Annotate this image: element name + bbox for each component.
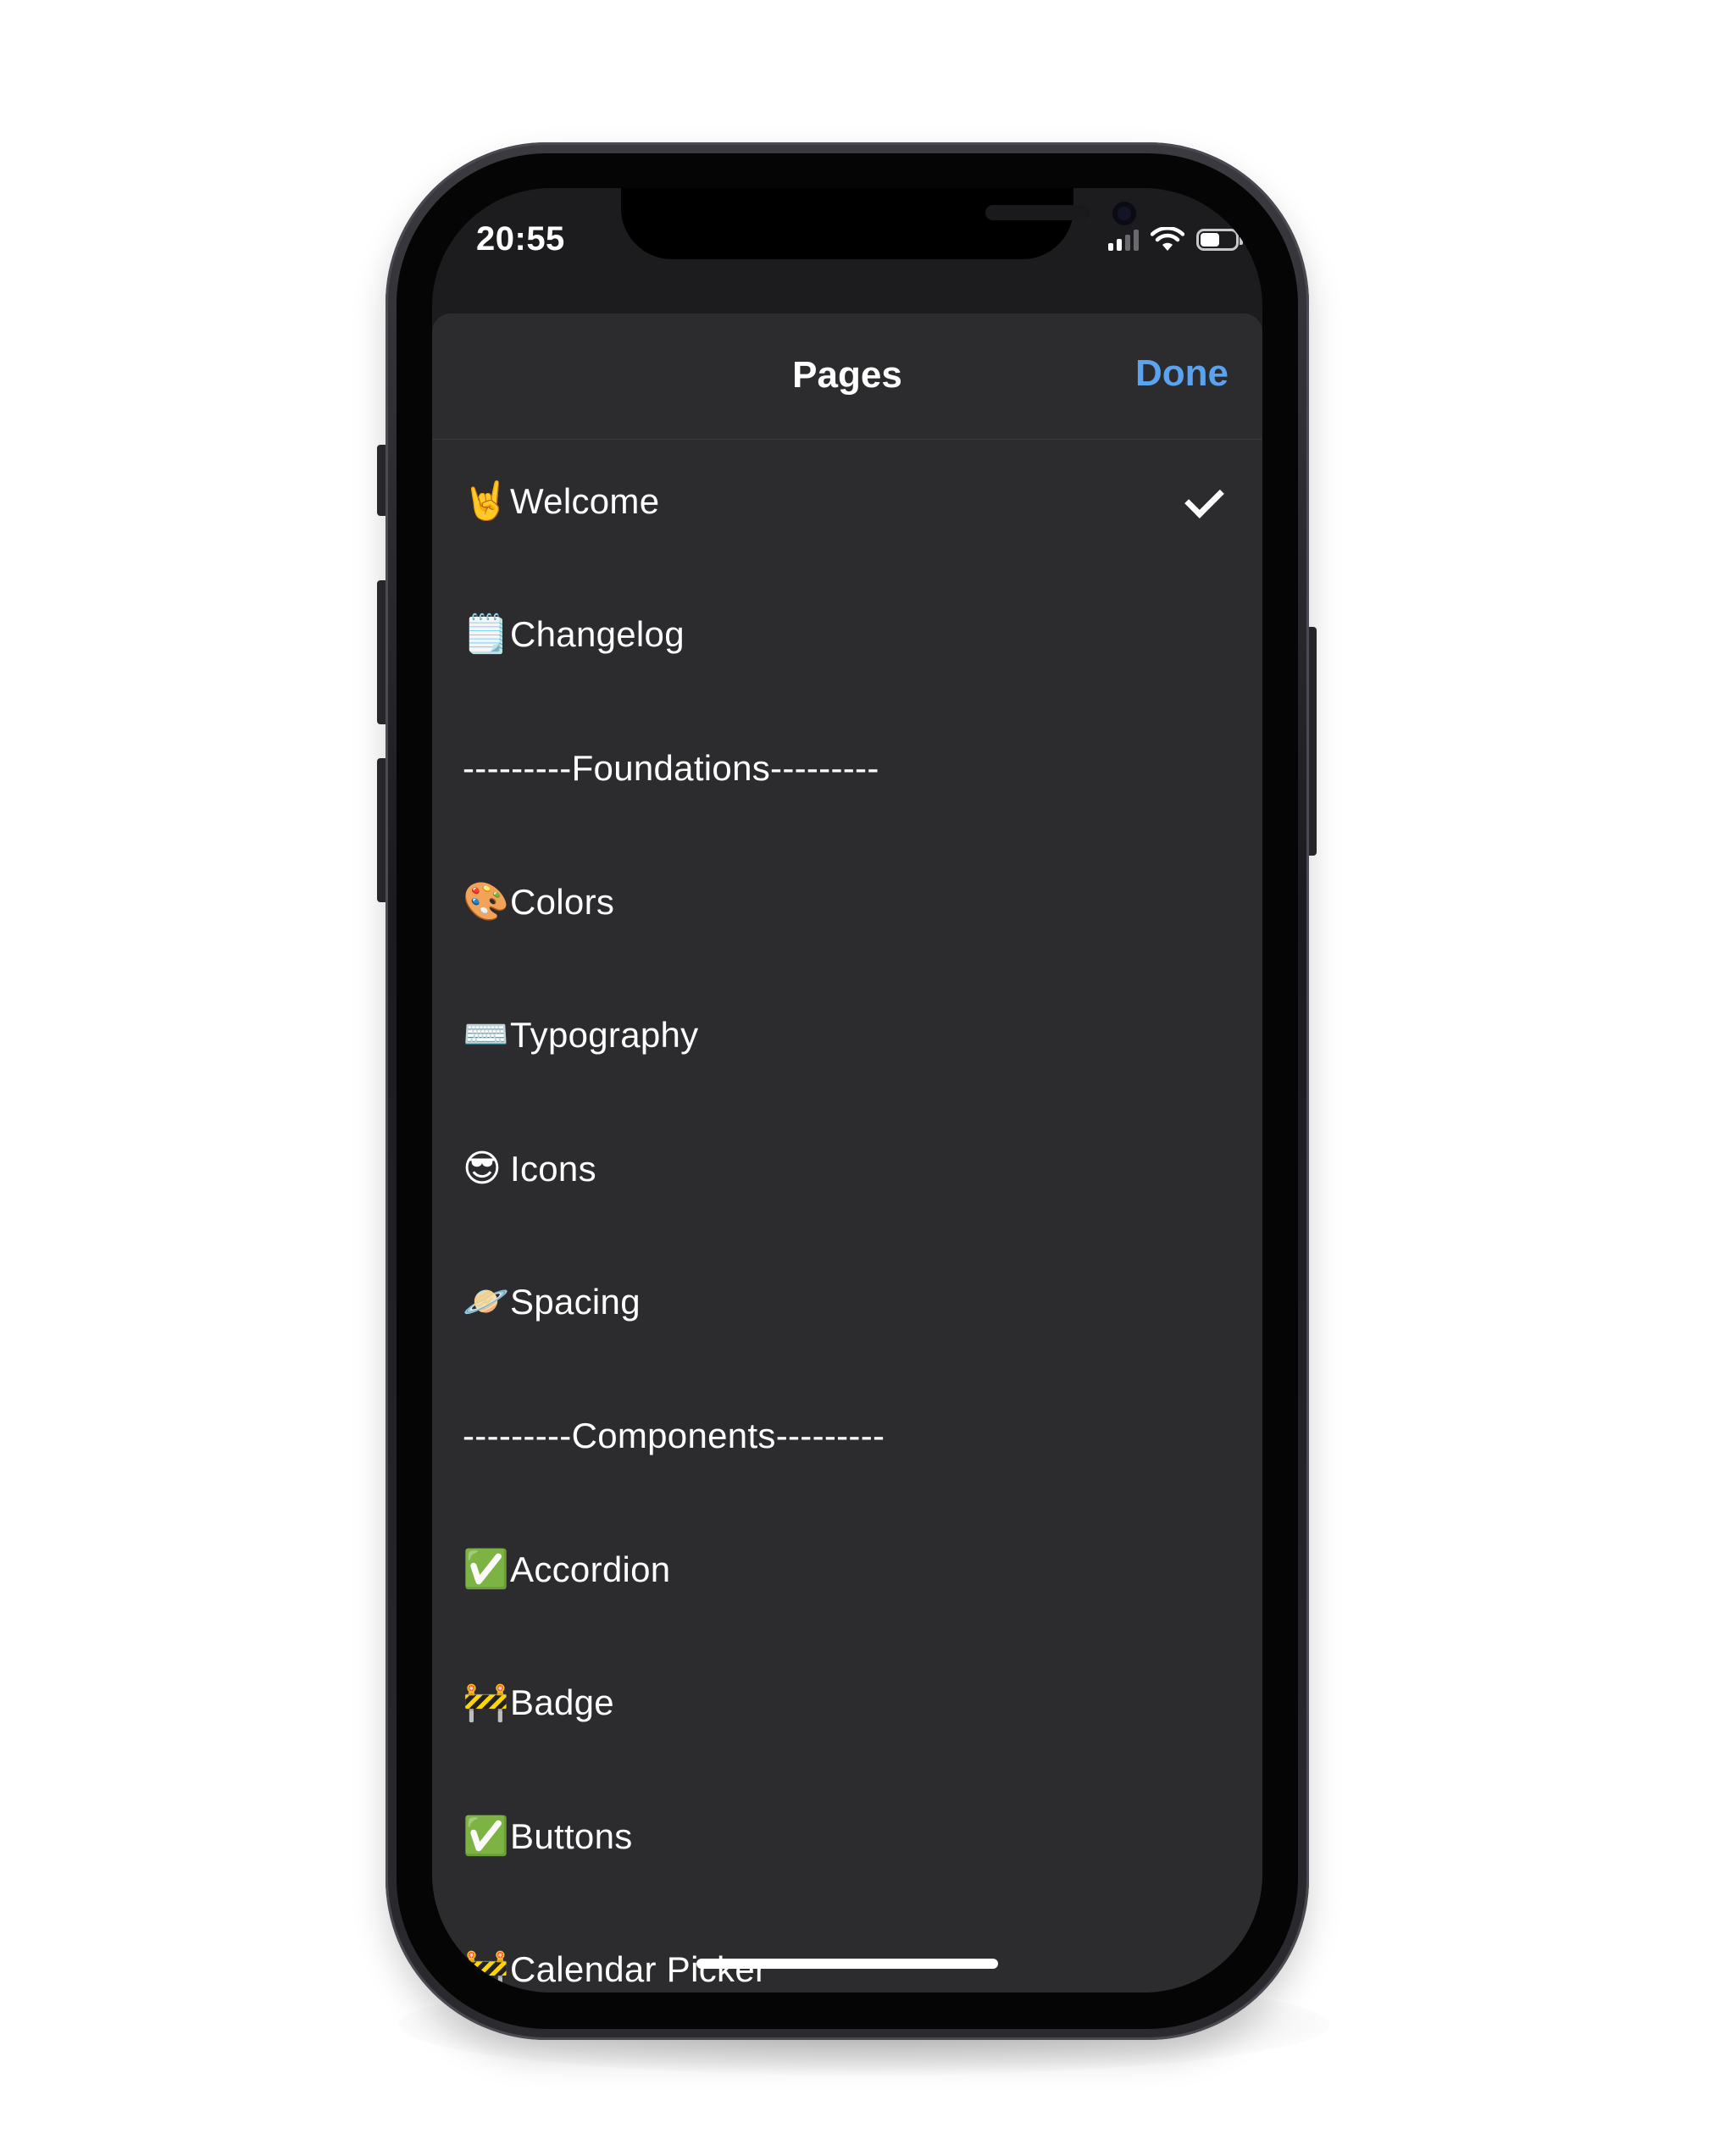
battery-level — [1201, 233, 1219, 247]
speaker-grille — [985, 205, 1090, 220]
page-label: ---------Foundations--------- — [463, 747, 879, 788]
page-label: Welcome — [510, 480, 660, 521]
page-emoji-icon: 🪐 — [463, 1280, 509, 1324]
page-row[interactable]: ---------Foundations--------- — [432, 701, 1262, 835]
battery-icon — [1196, 229, 1243, 251]
pages-sheet: Pages Done 🤘 Welcome 🗒️ Changelog ---------F… — [432, 313, 1262, 1992]
cellular-signal-icon — [1108, 229, 1139, 251]
page-emoji-icon: ✅ — [463, 1814, 509, 1858]
page-emoji-icon: ⌨️ — [463, 1013, 509, 1057]
home-indicator[interactable] — [696, 1959, 998, 1969]
page-row[interactable]: ✅ Accordion — [432, 1503, 1262, 1637]
page-emoji-icon: 🗒️ — [463, 612, 509, 657]
signal-bar — [1108, 243, 1113, 251]
signal-bar — [1125, 235, 1130, 251]
page-row[interactable]: ---------Components--------- — [432, 1369, 1262, 1503]
page-row[interactable]: 🤘 Welcome — [432, 435, 1262, 568]
page-row[interactable]: 🪐 Spacing — [432, 1236, 1262, 1370]
page-row[interactable]: 🗒️ Changelog — [432, 568, 1262, 702]
page-label: Buttons — [510, 1815, 633, 1856]
page-row[interactable]: ✅ Buttons — [432, 1770, 1262, 1904]
pages-list: 🤘 Welcome 🗒️ Changelog ---------Foundations-… — [432, 435, 1262, 1992]
sheet-header: Pages Done — [432, 313, 1262, 440]
page-row[interactable]: 😎 Icons — [432, 1102, 1262, 1236]
page-label: Calendar Picker — [510, 1949, 768, 1990]
page-label: Icons — [510, 1148, 596, 1189]
page-emoji-icon: ✅ — [463, 1547, 509, 1591]
signal-bar — [1117, 239, 1122, 251]
checkmark-icon — [1184, 478, 1224, 518]
page-emoji-icon: 🎨 — [463, 879, 509, 923]
page-label: Accordion — [510, 1549, 671, 1589]
front-camera — [1112, 202, 1136, 225]
page-row[interactable]: ⌨️ Typography — [432, 968, 1262, 1102]
notch — [621, 188, 1136, 259]
page-emoji-icon: 🚧 — [463, 1948, 509, 1992]
page-emoji-icon: 😎 — [463, 1146, 502, 1190]
phone-screen: 20:55 Pages Done 🤘 Welcome 🗒️ Changelog ----… — [432, 188, 1262, 1992]
status-time: 20:55 — [476, 220, 565, 258]
page-emoji-icon: 🤘 — [463, 479, 509, 523]
status-icons — [1108, 225, 1243, 254]
page-label: Changelog — [510, 614, 685, 655]
page-label: ---------Components--------- — [463, 1415, 885, 1455]
page-label: Badge — [510, 1682, 614, 1723]
page-row[interactable]: 🎨 Colors — [432, 835, 1262, 969]
wifi-icon — [1151, 227, 1184, 251]
page-label: Typography — [510, 1015, 699, 1056]
page-emoji-icon: 🚧 — [463, 1681, 509, 1725]
page-label: Colors — [510, 881, 615, 922]
page-row[interactable]: 🚧 Calendar Picker — [432, 1904, 1262, 1992]
page-label: Spacing — [510, 1282, 641, 1322]
done-button[interactable]: Done — [1135, 352, 1229, 395]
page-row[interactable]: 🚧 Badge — [432, 1636, 1262, 1770]
device-mockup: 20:55 Pages Done 🤘 Welcome 🗒️ Changelog ----… — [0, 0, 1725, 2156]
signal-bar — [1134, 230, 1139, 251]
